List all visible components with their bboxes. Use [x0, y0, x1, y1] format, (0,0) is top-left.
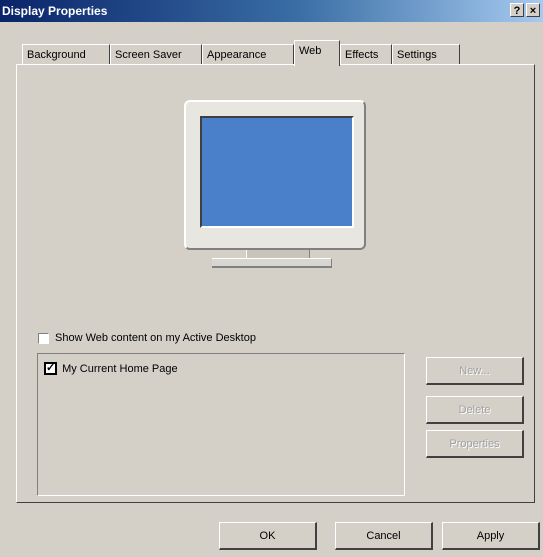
close-button[interactable]: ×	[526, 3, 540, 17]
monitor-base	[212, 258, 332, 268]
show-web-content-checkbox[interactable]	[38, 333, 49, 344]
delete-button[interactable]: Delete	[426, 396, 524, 424]
tab-background[interactable]: Background	[22, 44, 110, 64]
tab-settings[interactable]: Settings	[392, 44, 460, 64]
tab-effects[interactable]: Effects	[340, 44, 392, 64]
cancel-button[interactable]: Cancel	[335, 522, 433, 550]
list-item[interactable]: ✓ My Current Home Page	[44, 362, 178, 375]
ok-button[interactable]: OK	[219, 522, 317, 550]
list-item-label: My Current Home Page	[62, 362, 178, 375]
home-page-checkbox[interactable]: ✓	[44, 362, 57, 375]
window-title: Display Properties	[2, 4, 108, 18]
title-bar[interactable]: Display Properties ? ×	[0, 0, 543, 22]
monitor-neck	[246, 250, 310, 258]
web-content-list[interactable]: ✓ My Current Home Page	[37, 353, 405, 496]
tab-appearance[interactable]: Appearance	[202, 44, 294, 64]
monitor-screen	[200, 116, 354, 228]
apply-button[interactable]: Apply	[442, 522, 540, 550]
help-button[interactable]: ?	[510, 3, 524, 17]
properties-button[interactable]: Properties	[426, 430, 524, 458]
display-properties-window: Display Properties ? × Background Screen…	[0, 0, 543, 557]
tab-web[interactable]: Web	[294, 40, 340, 66]
show-web-content-label: Show Web content on my Active Desktop	[55, 332, 256, 344]
tab-screen-saver[interactable]: Screen Saver	[110, 44, 202, 64]
new-button[interactable]: New...	[426, 357, 524, 385]
monitor-preview	[184, 100, 366, 250]
